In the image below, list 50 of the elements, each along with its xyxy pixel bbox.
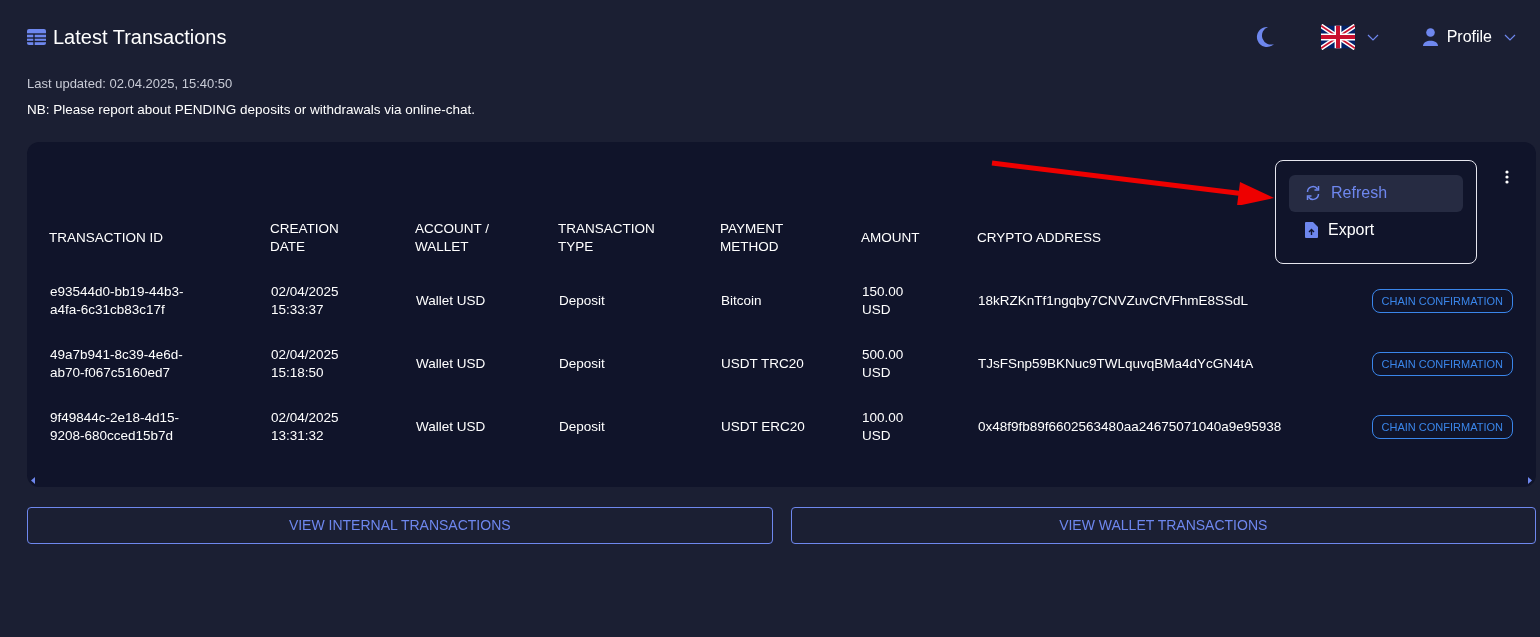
table-cell: USDT ERC20 — [721, 418, 805, 437]
refresh-icon — [1305, 185, 1321, 202]
flag-icon[interactable] — [1320, 24, 1355, 50]
chevron-down-icon[interactable] — [1366, 33, 1379, 41]
table-cell: Deposit — [559, 418, 605, 437]
more-options-icon[interactable] — [1505, 169, 1509, 184]
menu-item[interactable]: Refresh — [1289, 174, 1463, 212]
chevron-down-icon[interactable] — [1504, 33, 1516, 41]
status-button[interactable]: CHAIN CONFIRMATION — [1371, 289, 1513, 314]
table-icon — [27, 29, 46, 45]
table-cell: Wallet USD — [416, 355, 486, 374]
column-header: CRYPTO ADDRESS — [977, 228, 1102, 247]
view-transactions-button[interactable]: VIEW INTERNAL TRANSACTIONS — [27, 506, 773, 544]
table-cell-text: 49a7b941-8c39-4e6d-ab70-f067c5160ed7 — [50, 346, 184, 383]
status-button[interactable]: CHAIN CONFIRMATION — [1371, 415, 1513, 440]
scroll-right-icon[interactable] — [1528, 476, 1532, 484]
user-icon — [1422, 28, 1438, 46]
column-header: AMOUNT — [861, 228, 920, 247]
column-header: PAYMENT METHOD — [720, 219, 784, 256]
view-transactions-button[interactable]: VIEW WALLET TRANSACTIONS — [790, 506, 1536, 544]
file-upload-icon — [1305, 222, 1318, 239]
table-cell: 18kRZKnTf1ngqby7CNVZuvCfVFhmE8SSdL — [978, 292, 1249, 311]
page-title: Latest Transactions — [53, 25, 227, 50]
table-cell-text: e93544d0-bb19-44b3-a4fa-6c31cb83c17f — [50, 283, 185, 320]
menu-item[interactable]: Export — [1289, 211, 1463, 249]
table-cell: Wallet USD — [416, 292, 486, 311]
column-header: CREATION DATE — [270, 219, 340, 256]
moon-icon[interactable] — [1254, 26, 1275, 48]
profile-menu[interactable]: Profile — [1446, 25, 1492, 49]
column-header: ACCOUNT / WALLET — [415, 219, 490, 256]
last-updated-text: Last updated: 02.04.2025, 15:40:50 — [27, 75, 234, 93]
table-cell: Deposit — [559, 355, 605, 374]
column-header: TRANSACTION ID — [49, 228, 163, 247]
table-cell: Bitcoin — [721, 292, 762, 311]
notice-text: NB: Please report about PENDING deposits or withdrawals via online-chat. — [27, 100, 476, 119]
table-cell: Wallet USD — [416, 418, 486, 437]
column-header: TRANSACTION TYPE — [558, 219, 656, 256]
status-button[interactable]: CHAIN CONFIRMATION — [1371, 352, 1513, 377]
table-cell-text: 100.00 USD — [862, 409, 905, 446]
table-cell-text: 02/04/2025 13:31:32 — [271, 409, 340, 446]
table-cell-text: 500.00 USD — [862, 346, 905, 383]
table-cell-text: 02/04/2025 15:18:50 — [271, 346, 340, 383]
scroll-left-icon[interactable] — [31, 476, 35, 484]
table-cell: 0x48f9fb89f6602563480aa24675071040a9e95938 — [978, 418, 1282, 437]
table-cell-text: 02/04/2025 15:33:37 — [271, 283, 340, 320]
table-cell: USDT TRC20 — [721, 355, 804, 374]
table-cell: Deposit — [559, 292, 605, 311]
table-cell: TJsFSnp59BKNuc9TWLquvqBMa4dYcGN4tA — [978, 355, 1254, 374]
table-cell-text: 150.00 USD — [862, 283, 905, 320]
table-cell-text: 9f49844c-2e18-4d15-9208-680cced15b7d — [50, 409, 181, 446]
